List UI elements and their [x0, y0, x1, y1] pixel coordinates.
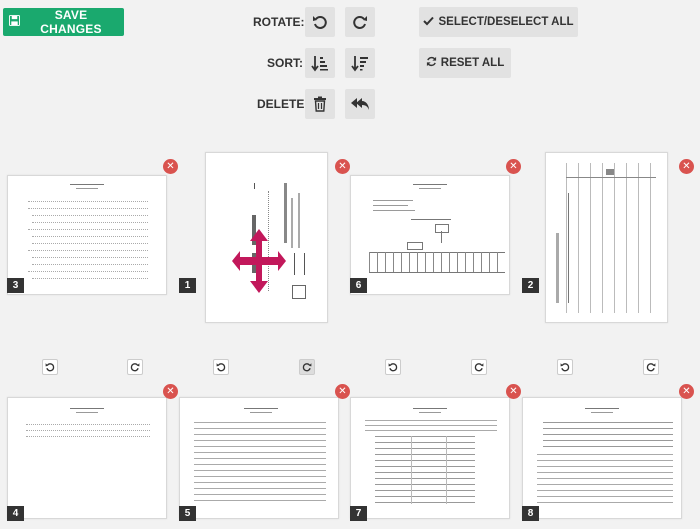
sort-descending-icon	[351, 56, 368, 72]
page-number-badge: 1	[179, 278, 196, 293]
rotate-left-icon	[313, 16, 327, 29]
trash-icon	[314, 96, 326, 112]
close-icon: ✕	[166, 386, 175, 397]
reset-all-button[interactable]: RESET ALL	[419, 48, 511, 78]
close-icon: ✕	[338, 386, 347, 397]
rotate-right-all-button[interactable]	[345, 7, 375, 37]
page-number-badge: 7	[350, 506, 367, 521]
rotate-right-button[interactable]	[471, 359, 487, 375]
save-changes-button[interactable]: SAVE CHANGES	[3, 8, 124, 36]
delete-page-button[interactable]: ✕	[506, 384, 521, 399]
sort-ascending-button[interactable]	[305, 48, 335, 78]
rotate-right-icon	[302, 363, 312, 372]
sort-ascending-icon	[311, 56, 328, 72]
close-icon: ✕	[682, 161, 691, 172]
rotate-label: ROTATE:	[253, 15, 305, 29]
delete-page-button[interactable]: ✕	[679, 159, 694, 174]
close-icon: ✕	[509, 161, 518, 172]
undo-delete-button[interactable]	[345, 89, 375, 119]
delete-page-button[interactable]: ✕	[335, 159, 350, 174]
rotate-left-button[interactable]	[557, 359, 573, 375]
rotate-right-icon	[474, 363, 484, 372]
page-thumbnail[interactable]	[7, 397, 167, 519]
rotate-left-icon	[560, 363, 570, 372]
reset-all-label: RESET ALL	[440, 57, 505, 69]
page-number-badge: 2	[522, 278, 539, 293]
select-deselect-all-button[interactable]: SELECT/DESELECT ALL	[419, 7, 578, 37]
rotate-right-button[interactable]	[299, 359, 315, 375]
delete-page-button[interactable]: ✕	[163, 159, 178, 174]
delete-page-button[interactable]: ✕	[163, 384, 178, 399]
page-thumbnail[interactable]	[350, 397, 510, 519]
page-thumbnail[interactable]	[205, 152, 328, 323]
rotate-right-button[interactable]	[127, 359, 143, 375]
close-icon: ✕	[682, 386, 691, 397]
close-icon: ✕	[338, 161, 347, 172]
rotate-left-button[interactable]	[385, 359, 401, 375]
rotate-right-icon	[130, 363, 140, 372]
sort-descending-button[interactable]	[345, 48, 375, 78]
rotate-left-all-button[interactable]	[305, 7, 335, 37]
check-icon	[423, 16, 435, 29]
page-thumbnail[interactable]	[350, 175, 510, 295]
rotate-left-icon	[45, 363, 55, 372]
delete-page-button[interactable]: ✕	[679, 384, 694, 399]
reply-all-icon	[351, 98, 369, 110]
toolbar: SAVE CHANGES ROTATE: SORT: DELETE: SELEC…	[0, 0, 700, 130]
page-number-badge: 8	[522, 506, 539, 521]
page-number-badge: 4	[7, 506, 24, 521]
select-deselect-all-label: SELECT/DESELECT ALL	[438, 16, 574, 28]
delete-selected-button[interactable]	[305, 89, 335, 119]
floppy-disk-icon	[9, 15, 20, 29]
rotate-right-icon	[646, 363, 656, 372]
delete-page-button[interactable]: ✕	[506, 159, 521, 174]
page-thumbnail[interactable]	[522, 397, 682, 519]
page-thumbnail[interactable]	[7, 175, 167, 295]
save-changes-label: SAVE CHANGES	[40, 8, 102, 36]
rotate-right-button[interactable]	[643, 359, 659, 375]
page-thumbnail[interactable]	[179, 397, 339, 519]
page-number-badge: 3	[7, 278, 24, 293]
rotate-left-icon	[216, 363, 226, 372]
page-thumbnail[interactable]	[545, 152, 668, 323]
rotate-right-icon	[353, 16, 367, 29]
page-number-badge: 6	[350, 278, 367, 293]
close-icon: ✕	[166, 161, 175, 172]
page-number-badge: 5	[179, 506, 196, 521]
rotate-left-button[interactable]	[213, 359, 229, 375]
delete-page-button[interactable]: ✕	[335, 384, 350, 399]
move-cursor-icon	[232, 229, 286, 293]
rotate-left-button[interactable]	[42, 359, 58, 375]
close-icon: ✕	[509, 386, 518, 397]
refresh-icon	[426, 56, 437, 70]
sort-label: SORT:	[267, 56, 303, 70]
rotate-left-icon	[388, 363, 398, 372]
delete-label: DELETE:	[257, 97, 309, 111]
